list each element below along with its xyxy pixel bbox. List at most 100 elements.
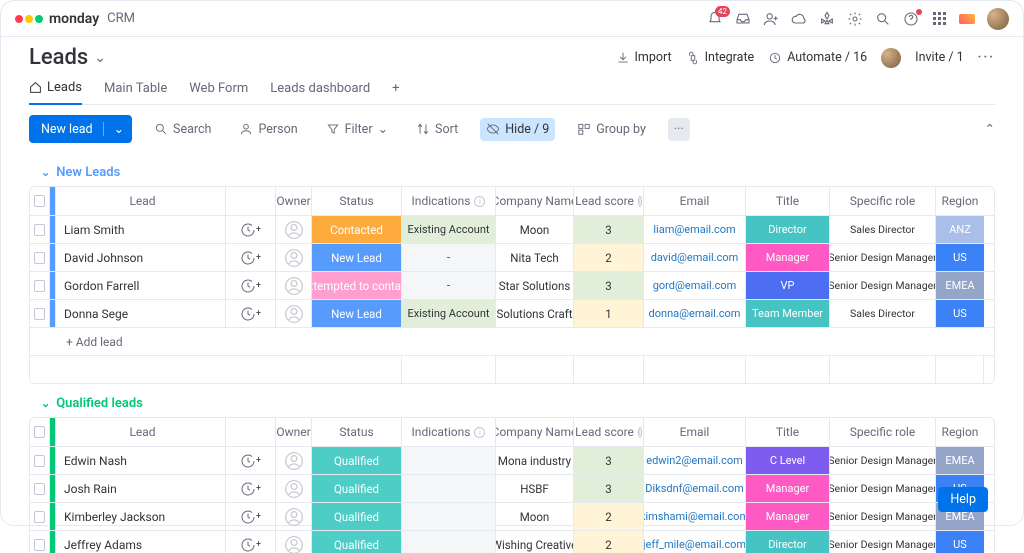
integrate-button[interactable]: Integrate [686, 50, 755, 65]
region-cell[interactable]: US [936, 244, 984, 271]
row-checkbox[interactable] [30, 531, 50, 553]
invite-icon[interactable] [763, 11, 779, 27]
lead-name[interactable]: Jeffrey Adams [56, 531, 226, 553]
status-cell[interactable]: Qualified [312, 475, 402, 502]
score-cell[interactable]: 2 [574, 531, 644, 553]
role-cell[interactable]: Sales Director [830, 300, 936, 327]
region-cell[interactable]: US [936, 300, 984, 327]
table-row[interactable]: David Johnson+New Lead-Nita Tech2david@e… [30, 243, 994, 271]
email-cell[interactable]: donna@email.com [644, 300, 746, 327]
email-cell[interactable]: jeff_mile@email.com [644, 531, 746, 553]
table-row[interactable]: Edwin Nash+QualifiedMona industry3edwin2… [30, 446, 994, 474]
tab-main-table[interactable]: Main Table [104, 80, 167, 104]
brand[interactable]: monday CRM [15, 11, 135, 27]
new-lead-button[interactable]: New lead⌄ [29, 115, 132, 143]
col-activity[interactable] [226, 187, 276, 215]
indications-cell[interactable]: - [402, 272, 496, 299]
activity-icon[interactable]: + [226, 475, 276, 502]
apps-icon[interactable] [819, 11, 835, 27]
activity-icon[interactable]: + [226, 447, 276, 474]
activity-icon[interactable]: + [226, 272, 276, 299]
score-cell[interactable]: 3 [574, 216, 644, 243]
col-company[interactable]: Company Name [496, 187, 574, 215]
email-cell[interactable]: gord@email.com [644, 272, 746, 299]
company-cell[interactable]: HSBF [496, 475, 574, 502]
role-cell[interactable]: Senior Design Manager [830, 531, 936, 553]
row-checkbox[interactable] [30, 475, 50, 502]
title-cell[interactable]: Director [746, 531, 830, 553]
owner-avatar[interactable] [276, 244, 312, 271]
company-cell[interactable]: Wishing Creative [496, 531, 574, 553]
col-owner[interactable]: Owner [276, 418, 312, 446]
invite-button[interactable]: Invite / 1 [915, 50, 964, 65]
region-cell[interactable]: US [936, 531, 984, 553]
email-cell[interactable]: david@email.com [644, 244, 746, 271]
owner-avatar[interactable] [276, 447, 312, 474]
status-cell[interactable]: Attempted to contact [312, 272, 402, 299]
activity-icon[interactable]: + [226, 216, 276, 243]
indications-cell[interactable] [402, 447, 496, 474]
help-icon[interactable] [903, 11, 919, 27]
company-cell[interactable]: Moon [496, 216, 574, 243]
indications-cell[interactable]: Existing Account [402, 300, 496, 327]
inbox-icon[interactable] [735, 11, 751, 27]
more-toolbar-button[interactable]: ··· [668, 118, 690, 141]
row-checkbox[interactable] [30, 216, 50, 243]
user-avatar[interactable] [987, 8, 1009, 30]
row-checkbox[interactable] [30, 447, 50, 474]
indications-cell[interactable] [402, 475, 496, 502]
more-menu-button[interactable]: ··· [978, 50, 995, 65]
col-company[interactable]: Company Name [496, 418, 574, 446]
email-cell[interactable]: Diksdnf@email.com [644, 475, 746, 502]
activity-icon[interactable]: + [226, 244, 276, 271]
groupby-button[interactable]: Group by [571, 118, 652, 141]
hide-button[interactable]: Hide / 9 [480, 118, 555, 141]
role-cell[interactable]: Senior Design Manager [830, 272, 936, 299]
lead-name[interactable]: Josh Rain [56, 475, 226, 502]
col-email[interactable]: Email [644, 187, 746, 215]
chevron-down-icon[interactable]: ⌄ [94, 50, 106, 66]
menu-grid-icon[interactable] [931, 11, 947, 27]
group-header[interactable]: ⌄New Leads [29, 161, 995, 186]
score-cell[interactable]: 3 [574, 272, 644, 299]
owner-avatar[interactable] [276, 475, 312, 502]
score-cell[interactable]: 3 [574, 475, 644, 502]
col-status[interactable]: Status [312, 418, 402, 446]
role-cell[interactable]: Senior Design Manager [830, 244, 936, 271]
col-title[interactable]: Title [746, 418, 830, 446]
person-button[interactable]: Person [233, 118, 303, 141]
tab-leads[interactable]: Leads [29, 80, 82, 105]
col-email[interactable]: Email [644, 418, 746, 446]
help-button[interactable]: Help [938, 487, 988, 512]
col-indications[interactable]: Indicationsi [402, 418, 496, 446]
bell-icon[interactable]: 42 [707, 11, 723, 27]
score-cell[interactable]: 2 [574, 244, 644, 271]
title-cell[interactable]: VP [746, 272, 830, 299]
region-cell[interactable]: EMEA [936, 447, 984, 474]
col-lead[interactable]: Lead [56, 187, 226, 215]
sort-button[interactable]: Sort [410, 118, 464, 141]
table-row[interactable]: Gordon Farrell+Attempted to contact-Star… [30, 271, 994, 299]
col-owner[interactable]: Owner [276, 187, 312, 215]
select-all-checkbox[interactable] [30, 418, 50, 446]
col-status[interactable]: Status [312, 187, 402, 215]
region-cell[interactable]: ANZ [936, 216, 984, 243]
filter-button[interactable]: Filter⌄ [320, 117, 394, 141]
score-cell[interactable]: 1 [574, 300, 644, 327]
indications-cell[interactable]: Existing Account [402, 216, 496, 243]
col-region[interactable]: Region [936, 418, 984, 446]
company-cell[interactable]: Nita Tech [496, 244, 574, 271]
search-button[interactable]: Search [148, 118, 217, 141]
col-lead[interactable]: Lead [56, 418, 226, 446]
lead-name[interactable]: Donna Sege [56, 300, 226, 327]
tab-leads-dashboard[interactable]: Leads dashboard [270, 80, 370, 104]
board-owner-avatar[interactable] [881, 48, 901, 68]
role-cell[interactable]: Senior Design Manager [830, 475, 936, 502]
owner-avatar[interactable] [276, 300, 312, 327]
table-row[interactable]: Liam Smith+ContactedExisting AccountMoon… [30, 215, 994, 243]
company-cell[interactable]: Solutions Craft [496, 300, 574, 327]
status-cell[interactable]: Contacted [312, 216, 402, 243]
col-leadscore[interactable]: Lead scorei [574, 418, 644, 446]
tab-web-form[interactable]: Web Form [189, 80, 248, 104]
owner-avatar[interactable] [276, 216, 312, 243]
